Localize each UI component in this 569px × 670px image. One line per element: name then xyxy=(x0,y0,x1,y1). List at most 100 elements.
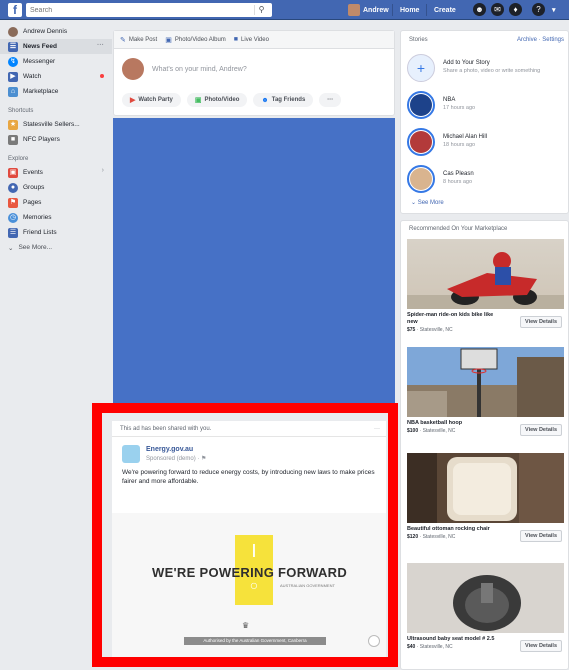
add-story-plus-icon: + xyxy=(407,53,435,82)
stories-panel: Stories Archive · Settings + Add to Your… xyxy=(400,30,569,214)
sidebar-item-profile[interactable]: Andrew Dennis xyxy=(0,24,112,39)
story-title: Michael Alan Hill xyxy=(443,134,488,140)
story-item[interactable]: NBA 17 hours ago xyxy=(401,86,568,123)
messenger-icon[interactable]: ✉ xyxy=(491,3,504,16)
see-more-label: See More xyxy=(417,200,444,206)
composer-actions: ▶ Watch Party ▣ Photo/Video ☻ Tag Friends ·… xyxy=(114,89,394,111)
divider xyxy=(392,4,393,16)
item-price: $100 xyxy=(407,428,419,434)
story-title: Cas Pleasn xyxy=(443,171,474,177)
tab-live-video[interactable]: ■ Live Video xyxy=(234,36,269,43)
notifications-icon[interactable]: ♦ xyxy=(509,3,522,16)
photo-video-button[interactable]: ▣ Photo/Video xyxy=(186,93,248,107)
tag-friends-button[interactable]: ☻ Tag Friends xyxy=(253,93,314,107)
view-details-button[interactable]: View Details xyxy=(520,316,562,328)
view-details-button[interactable]: View Details xyxy=(520,424,562,436)
sidebar-item-label: Statesville Sellers... xyxy=(23,121,80,128)
friend-lists-icon: ☰ xyxy=(8,227,18,238)
sidebar-item-memories[interactable]: ◷ Memories xyxy=(0,210,112,225)
item-location: Statesville, NC xyxy=(422,428,456,434)
account-menu-chevron-icon[interactable]: ▾ xyxy=(552,3,556,17)
left-sidebar: Andrew Dennis ☰ News Feed ··· ↯ Messenge… xyxy=(0,24,112,255)
photo-icon: ▣ xyxy=(165,36,172,44)
sidebar-item-shortcut[interactable]: ■ NFC Players xyxy=(0,132,112,147)
avatar xyxy=(410,130,432,153)
sidebar-item-news-feed[interactable]: ☰ News Feed ··· xyxy=(0,39,112,54)
sidebar-item-groups[interactable]: ● Groups xyxy=(0,180,112,195)
story-sub: 8 hours ago xyxy=(443,179,473,185)
create-label: Create xyxy=(434,6,456,14)
button-label: Photo/Video xyxy=(204,97,240,103)
create-link[interactable]: Create xyxy=(434,3,456,17)
events-icon: ▣ xyxy=(8,167,18,178)
sidebar-item-events[interactable]: ▣ Events › xyxy=(0,165,112,180)
sidebar-item-label: Groups xyxy=(23,184,45,191)
item-meta: NBA basketball hoop $100 · Statesville, … xyxy=(407,420,564,446)
composer-input[interactable]: What's on your mind, Andrew? xyxy=(152,66,247,73)
item-photo xyxy=(407,239,564,309)
item-title: Ultrasound baby seat model # 2.5 xyxy=(407,636,495,642)
sidebar-item-messenger[interactable]: ↯ Messenger xyxy=(0,54,112,69)
top-navigation-bar: f ⚲ Andrew Home Create ☻ ✉ ♦ ? ▾ xyxy=(0,0,569,20)
marketplace-panel: Recommended On Your Marketplace Spider-m… xyxy=(400,220,569,670)
view-details-button[interactable]: View Details xyxy=(520,530,562,542)
divider xyxy=(426,4,427,16)
item-title: Spider-man ride-on kids bike like new xyxy=(407,312,494,325)
sidebar-item-shortcut[interactable]: ★ Statesville Sellers... xyxy=(0,117,112,132)
sidebar-item-pages[interactable]: ⚑ Pages xyxy=(0,195,112,210)
sidebar-item-marketplace[interactable]: ⌂ Marketplace xyxy=(0,84,112,99)
stories-title: Stories xyxy=(409,37,428,43)
pages-icon: ⚑ xyxy=(8,197,18,208)
more-options-button[interactable]: ··· xyxy=(319,93,342,107)
item-meta: Ultrasound baby seat model # 2.5 $40 · S… xyxy=(407,636,564,662)
item-photo xyxy=(407,347,564,417)
composer-body[interactable]: What's on your mind, Andrew? xyxy=(114,49,394,89)
notification-dot xyxy=(100,74,104,78)
sidebar-item-watch[interactable]: ▶ Watch xyxy=(0,69,112,84)
view-details-button[interactable]: View Details xyxy=(520,640,562,652)
item-meta: Spider-man ride-on kids bike like new $7… xyxy=(407,312,564,338)
avatar xyxy=(122,58,144,80)
search-box[interactable]: ⚲ xyxy=(26,3,272,17)
baby-seat-image xyxy=(407,563,564,633)
story-sub: 18 hours ago xyxy=(443,142,476,148)
item-title: Beautiful ottoman rocking chair xyxy=(407,526,490,532)
tab-label: Make Post xyxy=(128,36,158,43)
spiderman-bike-image xyxy=(407,252,564,309)
tab-label: Live Video xyxy=(241,36,269,43)
marketplace-item[interactable]: Spider-man ride-on kids bike like new $7… xyxy=(407,239,564,338)
sidebar-see-more[interactable]: ⌄ See More... xyxy=(0,240,112,255)
story-item[interactable]: Cas Pleasn 8 hours ago xyxy=(401,160,568,197)
composer-tabs: ✎ Make Post ▣ Photo/Video Album ■ Live Vide… xyxy=(114,31,394,49)
profile-link[interactable]: Andrew xyxy=(348,3,389,17)
search-input[interactable] xyxy=(26,3,246,17)
facebook-logo-icon[interactable]: f xyxy=(8,3,22,17)
post-composer: ✎ Make Post ▣ Photo/Video Album ■ Live Vide… xyxy=(113,30,395,116)
sidebar-item-friend-lists[interactable]: ☰ Friend Lists xyxy=(0,225,112,240)
story-title: Add to Your Story xyxy=(443,60,490,66)
item-photo xyxy=(407,563,564,633)
story-add[interactable]: + Add to Your Story Share a photo, video… xyxy=(401,49,568,86)
home-link[interactable]: Home xyxy=(400,3,419,17)
tag-icon: ☻ xyxy=(261,96,269,104)
item-photo xyxy=(407,453,564,523)
more-options-icon[interactable]: ··· xyxy=(97,42,104,49)
tab-photo-album[interactable]: ▣ Photo/Video Album xyxy=(165,36,226,44)
friend-requests-icon[interactable]: ☻ xyxy=(473,3,486,16)
item-location: Statesville, NC xyxy=(422,534,456,540)
stories-links[interactable]: Archive · Settings xyxy=(517,31,564,49)
tab-make-post[interactable]: ✎ Make Post xyxy=(120,36,157,44)
search-icon[interactable]: ⚲ xyxy=(254,5,268,15)
help-icon[interactable]: ? xyxy=(532,3,545,16)
chevron-down-icon: ⌄ xyxy=(411,200,418,206)
watch-party-button[interactable]: ▶ Watch Party xyxy=(122,93,181,107)
marketplace-header: Recommended On Your Marketplace xyxy=(409,226,508,232)
button-label: Watch Party xyxy=(138,97,173,103)
marketplace-item[interactable]: Ultrasound baby seat model # 2.5 $40 · S… xyxy=(407,563,564,662)
marketplace-item[interactable]: Beautiful ottoman rocking chair $120 · S… xyxy=(407,453,564,552)
story-item[interactable]: Michael Alan Hill 18 hours ago xyxy=(401,123,568,160)
photo-icon: ▣ xyxy=(194,97,202,104)
marketplace-item[interactable]: NBA basketball hoop $100 · Statesville, … xyxy=(407,347,564,446)
story-ring xyxy=(407,127,435,156)
stories-see-more[interactable]: ⌄ See More xyxy=(401,199,568,206)
